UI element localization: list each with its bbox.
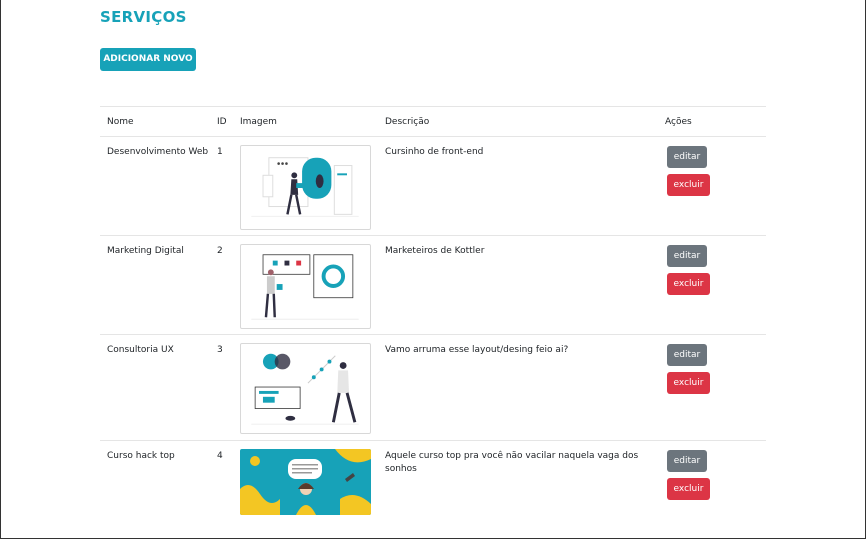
cell-imagem	[233, 334, 378, 441]
cell-descricao: Cursinho de front-end	[378, 136, 658, 236]
analytics-dashboard-illustration-icon	[240, 244, 371, 329]
table-header-row: Nome ID Imagem Descrição Ações	[100, 106, 766, 137]
cell-descricao: Aquele curso top pra você não vacilar na…	[385, 451, 639, 474]
header-nome: Nome	[100, 106, 210, 137]
cell-descricao: Marketeiros de Kottler	[378, 235, 658, 335]
cell-imagem	[233, 235, 378, 335]
services-table: Nome ID Imagem Descrição Ações Desenvolv…	[100, 106, 766, 521]
cell-nome: Consultoria UX	[100, 334, 210, 441]
header-imagem: Imagem	[233, 106, 378, 137]
table-row: Consultoria UX 3 Vamo arruma esse layout…	[100, 334, 766, 441]
ux-consulting-illustration-icon	[240, 343, 371, 434]
delete-button[interactable]: excluir	[667, 174, 710, 196]
web-development-illustration-icon	[240, 145, 371, 230]
edit-button[interactable]: editar	[667, 344, 707, 366]
edit-button[interactable]: editar	[667, 146, 707, 168]
add-new-button[interactable]: ADICIONAR NOVO	[100, 48, 196, 71]
cell-acoes: editar excluir	[658, 334, 766, 441]
cell-imagem	[233, 136, 378, 236]
cell-imagem	[233, 441, 378, 521]
header-acoes: Ações	[658, 106, 766, 137]
cell-nome: Curso hack top	[107, 451, 175, 461]
cell-nome: Marketing Digital	[100, 235, 210, 335]
cell-nome: Desenvolvimento Web	[100, 136, 210, 236]
cell-id: 4	[217, 451, 223, 461]
cell-id: 2	[210, 235, 233, 335]
table-row: Desenvolvimento Web 1 Cursinho de front-…	[100, 136, 766, 236]
cell-id: 3	[210, 334, 233, 441]
header-id: ID	[210, 106, 233, 137]
delete-button[interactable]: excluir	[667, 478, 710, 500]
cell-acoes: editar excluir	[658, 136, 766, 236]
table-row: Curso hack top 4 Aquele curso top pra vo…	[100, 441, 766, 521]
cell-id: 1	[210, 136, 233, 236]
edit-button[interactable]: editar	[667, 450, 707, 472]
page-title: SERVIÇOS	[100, 8, 187, 26]
cell-descricao: Vamo arruma esse layout/desing feio ai?	[378, 334, 658, 441]
edit-button[interactable]: editar	[667, 245, 707, 267]
delete-button[interactable]: excluir	[667, 372, 710, 394]
header-descricao: Descrição	[378, 106, 658, 137]
table-row: Marketing Digital 2 Marketeiros de Kottl…	[100, 235, 766, 335]
cell-acoes: editar excluir	[658, 441, 766, 521]
course-banner-illustration-icon	[240, 449, 371, 515]
cell-acoes: editar excluir	[658, 235, 766, 335]
delete-button[interactable]: excluir	[667, 273, 710, 295]
